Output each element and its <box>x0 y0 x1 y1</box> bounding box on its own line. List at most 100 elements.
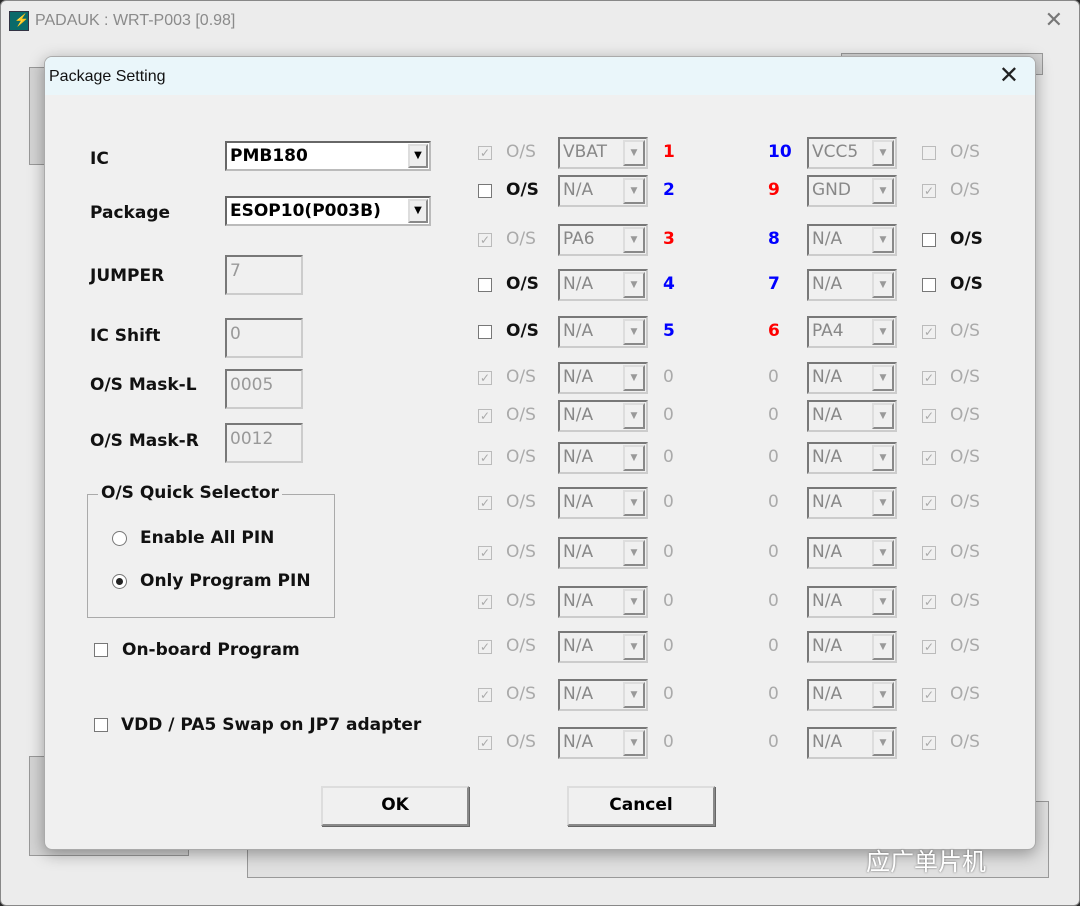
pin-function-select: N/A ▼ <box>558 316 648 348</box>
package-setting-dialog: Package Setting ✕ IC PMB180 ▼ Package ESO… <box>44 56 1036 850</box>
enable-all-pin-radio[interactable] <box>112 531 127 546</box>
os-label: O/S <box>506 591 536 611</box>
pin-number: 1 <box>663 142 675 162</box>
dialog-titlebar: Package Setting ✕ <box>45 57 1035 95</box>
os-label: O/S <box>506 492 536 512</box>
ic-shift-label: IC Shift <box>90 326 161 346</box>
chevron-down-icon: ▼ <box>872 634 894 660</box>
ok-button[interactable]: OK <box>321 786 469 826</box>
chevron-down-icon: ▼ <box>872 178 894 204</box>
pin-function-select: N/A ▼ <box>807 224 897 256</box>
pin-function-value: N/A <box>812 636 843 656</box>
pin-function-value: PA6 <box>563 229 595 249</box>
os-label: O/S <box>506 229 536 249</box>
os-label[interactable]: O/S <box>506 274 539 294</box>
os-checkbox-right-4[interactable] <box>922 278 936 292</box>
pin-number: 0 <box>663 405 674 425</box>
onboard-program-label[interactable]: On-board Program <box>122 640 300 660</box>
os-label: O/S <box>950 636 980 656</box>
pin-function-value: N/A <box>812 732 843 752</box>
pin-function-value: VCC5 <box>812 142 859 162</box>
os-checkbox-left-11: ✓ <box>478 595 492 609</box>
pin-function-select: PA6 ▼ <box>558 224 648 256</box>
os-checkbox-right-11: ✓ <box>922 595 936 609</box>
pin-function-value: N/A <box>563 180 594 200</box>
pin-number: 2 <box>663 180 675 200</box>
pin-function-select: N/A ▼ <box>558 679 648 711</box>
only-program-pin-label[interactable]: Only Program PIN <box>140 571 311 591</box>
chevron-down-icon[interactable]: ▼ <box>408 199 428 223</box>
chevron-down-icon: ▼ <box>872 445 894 471</box>
vdd-pa5-swap-checkbox[interactable] <box>94 718 108 732</box>
os-checkbox-right-3[interactable] <box>922 233 936 247</box>
pin-function-value: N/A <box>563 321 594 341</box>
os-checkbox-left-2[interactable] <box>478 184 492 198</box>
window-close-icon[interactable]: ✕ <box>1045 7 1063 33</box>
os-label: O/S <box>506 636 536 656</box>
pin-function-value: N/A <box>812 492 843 512</box>
pin-number: 5 <box>663 321 675 341</box>
chevron-down-icon: ▼ <box>623 319 645 345</box>
pin-function-select: N/A ▼ <box>558 631 648 663</box>
pin-function-value: N/A <box>812 684 843 704</box>
os-checkbox-left-3: ✓ <box>478 233 492 247</box>
pin-function-select: N/A ▼ <box>558 586 648 618</box>
chevron-down-icon: ▼ <box>623 227 645 253</box>
chevron-down-icon: ▼ <box>872 682 894 708</box>
pin-number: 9 <box>768 180 780 200</box>
package-select[interactable]: ESOP10(P003B) ▼ <box>225 196 431 226</box>
chevron-down-icon[interactable]: ▼ <box>408 144 428 168</box>
pin-number: 0 <box>768 492 779 512</box>
ic-label: IC <box>90 149 109 169</box>
chevron-down-icon: ▼ <box>623 490 645 516</box>
os-label: O/S <box>950 367 980 387</box>
pin-function-select: N/A ▼ <box>807 631 897 663</box>
os-label: O/S <box>506 684 536 704</box>
chevron-down-icon: ▼ <box>623 589 645 615</box>
chevron-down-icon: ▼ <box>623 365 645 391</box>
pin-function-select: N/A ▼ <box>807 442 897 474</box>
pin-function-value: VBAT <box>563 142 607 162</box>
chevron-down-icon: ▼ <box>872 403 894 429</box>
os-label[interactable]: O/S <box>950 229 983 249</box>
os-checkbox-right-2: ✓ <box>922 184 936 198</box>
pin-function-value: N/A <box>812 367 843 387</box>
os-label: O/S <box>950 591 980 611</box>
os-checkbox-right-1 <box>922 146 936 160</box>
onboard-program-checkbox[interactable] <box>94 643 108 657</box>
ic-value: PMB180 <box>230 146 308 166</box>
group-title: O/S Quick Selector <box>98 483 282 503</box>
only-program-pin-radio[interactable] <box>112 574 127 589</box>
pin-number: 0 <box>663 367 674 387</box>
os-label: O/S <box>506 542 536 562</box>
os-checkbox-left-4[interactable] <box>478 278 492 292</box>
os-label[interactable]: O/S <box>950 274 983 294</box>
os-checkbox-left-5[interactable] <box>478 325 492 339</box>
chevron-down-icon: ▼ <box>872 227 894 253</box>
os-checkbox-left-6: ✓ <box>478 371 492 385</box>
pin-number: 7 <box>768 274 780 294</box>
os-label: O/S <box>950 405 980 425</box>
pin-function-value: N/A <box>563 591 594 611</box>
pin-number: 8 <box>768 229 780 249</box>
os-label[interactable]: O/S <box>506 321 539 341</box>
pin-number: 0 <box>768 591 779 611</box>
dialog-title: Package Setting <box>49 68 166 85</box>
chevron-down-icon: ▼ <box>623 682 645 708</box>
pin-function-select: N/A ▼ <box>807 269 897 301</box>
os-checkbox-right-5: ✓ <box>922 325 936 339</box>
dialog-close-icon[interactable]: ✕ <box>999 61 1019 90</box>
enable-all-pin-label[interactable]: Enable All PIN <box>140 528 274 548</box>
pin-number: 0 <box>768 405 779 425</box>
pin-function-select: GND ▼ <box>807 175 897 207</box>
chevron-down-icon: ▼ <box>623 445 645 471</box>
os-checkbox-right-7: ✓ <box>922 409 936 423</box>
ic-select[interactable]: PMB180 ▼ <box>225 141 431 171</box>
pin-function-value: PA4 <box>812 321 844 341</box>
os-checkbox-right-12: ✓ <box>922 640 936 654</box>
cancel-button[interactable]: Cancel <box>567 786 715 826</box>
os-label: O/S <box>506 447 536 467</box>
vdd-pa5-swap-label[interactable]: VDD / PA5 Swap on JP7 adapter <box>121 715 421 735</box>
os-label[interactable]: O/S <box>506 180 539 200</box>
os-label: O/S <box>950 492 980 512</box>
